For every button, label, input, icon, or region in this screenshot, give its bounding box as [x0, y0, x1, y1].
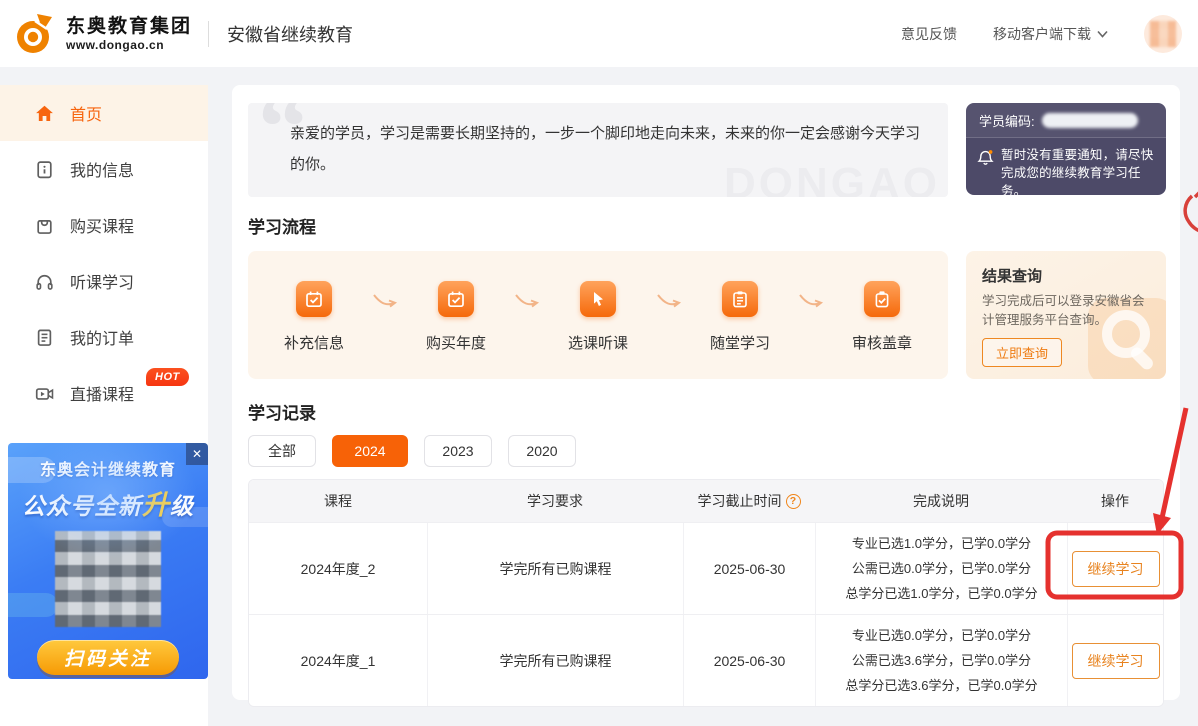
cell-course: 2024年度_1	[249, 615, 427, 706]
calendar-check-icon	[296, 281, 332, 317]
hot-badge: HOT	[146, 368, 189, 386]
continue-study-button[interactable]: 继续学习	[1072, 551, 1160, 587]
clipboard-list-icon	[722, 281, 758, 317]
flow-step-label: 审核盖章	[852, 332, 912, 353]
ad-title-line2: 公众号全新升级	[8, 483, 208, 522]
dongao-logo-icon	[14, 12, 58, 56]
continue-study-button[interactable]: 继续学习	[1072, 643, 1160, 679]
flow-step-buy-year: 购买年度	[404, 281, 508, 353]
sidebar-item-buy-courses[interactable]: 购买课程	[0, 197, 208, 253]
calendar-check-icon	[438, 281, 474, 317]
flow-step-review-stamp: 审核盖章	[830, 281, 934, 353]
info-document-icon	[34, 159, 55, 180]
user-avatar[interactable]	[1144, 15, 1182, 53]
student-code-label: 学员编码:	[979, 111, 1035, 130]
records-section-title: 学习记录	[248, 399, 316, 424]
flow-arrow-icon	[514, 293, 540, 316]
result-title: 结果查询	[982, 265, 1150, 286]
qr-code-blurred	[55, 531, 161, 627]
learning-records-table: 课程 学习要求 学习截止时间 ? 完成说明 操作 2024年度_2 学完所有已购…	[248, 479, 1164, 707]
cell-requirement: 学完所有已购课程	[427, 615, 683, 706]
brand-logo[interactable]: 东奥教育集团 www.dongao.cn	[14, 12, 192, 56]
sidebar-item-label: 直播课程	[70, 381, 134, 405]
page-title: 安徽省继续教育	[227, 21, 353, 47]
help-icon[interactable]: ?	[786, 494, 801, 509]
home-icon	[34, 103, 55, 124]
flow-step-choose-course: 选课听课	[546, 281, 650, 353]
flow-arrow-icon	[656, 293, 682, 316]
tab-2023[interactable]: 2023	[424, 435, 492, 467]
welcome-quote-box: “ 亲爱的学员，学习是需要长期坚持的，一步一个脚印地走向未来，未来的你一定会感谢…	[248, 103, 948, 197]
brand-name: 东奥教育集团	[66, 16, 192, 38]
query-now-button[interactable]: 立即查询	[982, 338, 1062, 367]
col-header-deadline: 学习截止时间 ?	[683, 491, 815, 511]
result-query-panel: 结果查询 学习完成后可以登录安徽省会计管理服务平台查询。 立即查询	[966, 251, 1166, 379]
flow-section-title: 学习流程	[248, 213, 316, 238]
cell-completion: 专业已选1.0学分，已学0.0学分 公需已选0.0学分，已学0.0学分 总学分已…	[815, 523, 1067, 614]
year-filter-tabs: 全部 2024 2023 2020	[248, 435, 576, 467]
tab-all[interactable]: 全部	[248, 435, 316, 467]
app-download-label: 移动客户端下载	[993, 24, 1091, 44]
result-description: 学习完成后可以登录安徽省会计管理服务平台查询。	[982, 292, 1156, 330]
cursor-icon	[580, 281, 616, 317]
tab-2020[interactable]: 2020	[508, 435, 576, 467]
stamp-check-icon	[864, 281, 900, 317]
main-content: “ 亲爱的学员，学习是需要长期坚持的，一步一个脚印地走向未来，未来的你一定会感谢…	[232, 85, 1180, 700]
tab-2024[interactable]: 2024	[332, 435, 408, 467]
scan-follow-button[interactable]: 扫码关注	[37, 640, 179, 675]
cell-completion: 专业已选0.0学分，已学0.0学分 公需已选3.6学分，已学0.0学分 总学分已…	[815, 615, 1067, 706]
sidebar-item-home[interactable]: 首页	[0, 85, 208, 141]
flow-step-supplement-info: 补充信息	[262, 281, 366, 353]
cell-course: 2024年度_2	[249, 523, 427, 614]
bell-icon	[977, 149, 994, 195]
ad-decoration	[8, 593, 58, 617]
col-header-course: 课程	[249, 491, 427, 511]
col-header-requirement: 学习要求	[427, 491, 683, 511]
sidebar-item-live-courses[interactable]: 直播课程 HOT	[0, 365, 208, 421]
col-header-completion: 完成说明	[815, 491, 1067, 511]
flow-step-class-learning: 随堂学习	[688, 281, 792, 353]
sidebar-item-label: 听课学习	[70, 269, 134, 293]
annotation-edge-mark	[1185, 192, 1198, 231]
ad-close-icon[interactable]: ✕	[186, 443, 208, 465]
sidebar-item-my-orders[interactable]: 我的订单	[0, 309, 208, 365]
order-list-icon	[34, 327, 55, 348]
sidebar-item-label: 购买课程	[70, 213, 134, 237]
flow-step-label: 补充信息	[284, 332, 344, 353]
feedback-link[interactable]: 意见反馈	[901, 24, 957, 44]
chevron-down-icon	[1097, 30, 1108, 38]
wechat-ad-banner[interactable]: ✕ 东奥会计继续教育 公众号全新升级 扫码关注	[8, 443, 208, 679]
sidebar-item-label: 我的订单	[70, 325, 134, 349]
cell-deadline: 2025-06-30	[683, 615, 815, 706]
flow-step-label: 随堂学习	[710, 332, 770, 353]
table-row: 2024年度_1 学完所有已购课程 2025-06-30 专业已选0.0学分，已…	[249, 614, 1163, 706]
flow-step-label: 购买年度	[426, 332, 486, 353]
table-row: 2024年度_2 学完所有已购课程 2025-06-30 专业已选1.0学分，已…	[249, 522, 1163, 614]
sidebar-item-label: 首页	[70, 101, 102, 125]
shopping-bag-icon	[34, 215, 55, 236]
avatar-blurred-photo	[1150, 21, 1176, 47]
learning-flow-box: 补充信息 购买年度 选课听课 随堂学习	[248, 251, 948, 379]
col-header-action: 操作	[1067, 491, 1163, 511]
cell-deadline: 2025-06-30	[683, 523, 815, 614]
headphones-icon	[34, 271, 55, 292]
dongao-watermark: DONGAO	[724, 159, 940, 197]
cell-requirement: 学完所有已购课程	[427, 523, 683, 614]
ad-title-line1: 东奥会计继续教育	[8, 456, 208, 480]
sidebar-item-listen-study[interactable]: 听课学习	[0, 253, 208, 309]
sidebar-item-my-info[interactable]: 我的信息	[0, 141, 208, 197]
brand-site-url: www.dongao.cn	[66, 38, 192, 52]
flow-step-label: 选课听课	[568, 332, 628, 353]
flow-arrow-icon	[372, 293, 398, 316]
flow-arrow-icon	[798, 293, 824, 316]
table-header-row: 课程 学习要求 学习截止时间 ? 完成说明 操作	[249, 480, 1163, 522]
app-download-menu[interactable]: 移动客户端下载	[993, 24, 1108, 44]
video-camera-icon	[34, 383, 55, 404]
notice-text: 暂时没有重要通知，请尽快完成您的继续教育学习任务。	[1001, 146, 1156, 195]
student-panel: 学员编码: 暂时没有重要通知，请尽快完成您的继续教育学习任务。	[966, 103, 1166, 195]
student-code-redacted	[1042, 113, 1138, 128]
top-header: 东奥教育集团 www.dongao.cn 安徽省继续教育 意见反馈 移动客户端下…	[0, 0, 1198, 67]
header-divider	[208, 21, 209, 47]
sidebar-item-label: 我的信息	[70, 157, 134, 181]
